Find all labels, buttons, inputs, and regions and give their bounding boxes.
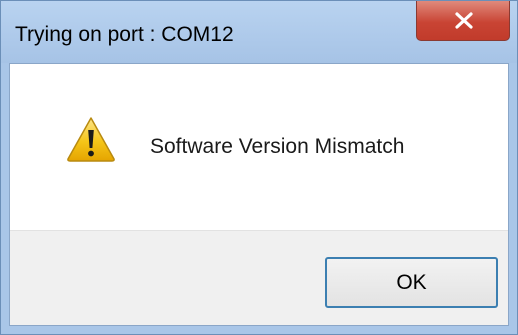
title-bar[interactable]: Trying on port : COM12 [1, 1, 517, 63]
close-button[interactable] [416, 1, 510, 41]
window-title: Trying on port : COM12 [15, 23, 234, 46]
message-area: Software Version Mismatch [10, 64, 508, 230]
message-text: Software Version Mismatch [150, 135, 405, 158]
dialog-body: Software Version Mismatch OK [9, 63, 509, 326]
warning-icon [67, 117, 115, 162]
dialog-window: Trying on port : COM12 Software Version … [0, 0, 518, 335]
ok-button[interactable]: OK [325, 257, 498, 308]
button-area: OK [10, 230, 508, 325]
close-icon [455, 12, 473, 29]
